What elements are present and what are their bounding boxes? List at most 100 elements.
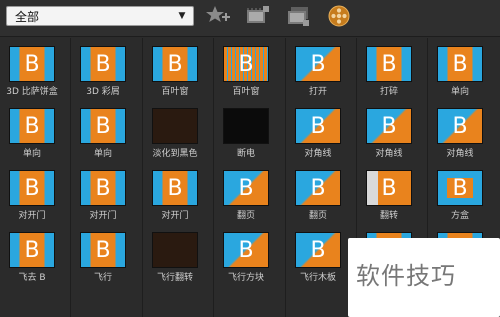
transition-thumbnail: [223, 108, 269, 144]
transition-thumbnail: B: [9, 232, 55, 268]
favorite-add-icon[interactable]: [205, 4, 231, 28]
thumbnail-glyph: B: [452, 114, 468, 139]
transition-item[interactable]: B 打开: [286, 38, 356, 100]
transition-label: 飞去 B: [18, 273, 46, 283]
transition-thumbnail: B: [366, 46, 412, 82]
transition-item[interactable]: B 飞行: [71, 224, 141, 286]
transition-label: 打碎: [379, 87, 398, 97]
transition-thumbnail: B: [9, 170, 55, 206]
transition-item[interactable]: B 对开门: [71, 162, 141, 224]
transition-label: 方盒: [450, 211, 469, 221]
transition-label: 对开门: [89, 211, 117, 221]
transition-item[interactable]: B 对角线: [286, 100, 356, 162]
transition-item[interactable]: B 方盒: [428, 162, 498, 224]
transition-item[interactable]: B 飞去 B: [0, 224, 70, 286]
transition-item[interactable]: B 3D 彩屑: [71, 38, 141, 100]
transition-label: 飞行翻转: [156, 273, 193, 283]
transition-item[interactable]: B 单向: [71, 100, 141, 162]
toolbar: 全部 ▼: [0, 0, 500, 37]
thumbnail-glyph: B: [95, 52, 111, 77]
transition-thumbnail: B: [366, 170, 412, 206]
transition-label: 断电: [236, 149, 255, 159]
transition-thumbnail: B: [80, 232, 126, 268]
transition-label: 百叶窗: [232, 87, 260, 97]
transition-item[interactable]: B 翻页: [214, 162, 284, 224]
transition-label: 对角线: [446, 149, 474, 159]
grid-separator: [213, 38, 214, 317]
transition-item[interactable]: B 飞行方块: [214, 224, 284, 286]
transition-thumbnail: B: [152, 46, 198, 82]
transition-item[interactable]: B 3D 比萨饼盒: [0, 38, 70, 100]
transition-label: 翻页: [236, 211, 255, 221]
transition-thumbnail: B: [295, 46, 341, 82]
transition-thumbnail: B: [295, 170, 341, 206]
transition-thumbnail: B: [295, 232, 341, 268]
transition-thumbnail: B: [80, 170, 126, 206]
thumbnail-glyph: B: [167, 176, 183, 201]
transition-item[interactable]: B 翻页: [286, 162, 356, 224]
transition-thumbnail: B: [437, 108, 483, 144]
thumbnail-glyph: B: [167, 52, 183, 77]
thumbnail-glyph: B: [381, 114, 397, 139]
transition-label: 打开: [308, 87, 327, 97]
transition-item[interactable]: B 飞行木板: [286, 224, 356, 286]
transition-item[interactable]: B 单向: [428, 38, 498, 100]
chevron-down-icon: ▼: [178, 11, 186, 21]
transition-label: 3D 比萨饼盒: [6, 87, 58, 97]
transition-item[interactable]: B 对角线: [357, 100, 427, 162]
film-clip-icon[interactable]: [245, 4, 271, 28]
transition-item[interactable]: B 对开门: [0, 162, 70, 224]
transition-item[interactable]: 淡化到黑色: [143, 100, 213, 162]
transition-item[interactable]: B 单向: [0, 100, 70, 162]
transition-item[interactable]: B 对开门: [143, 162, 213, 224]
transition-item[interactable]: B 打碎: [357, 38, 427, 100]
thumbnail-glyph: B: [381, 52, 397, 77]
transition-item[interactable]: B 百叶窗: [214, 38, 284, 100]
transition-thumbnail: B: [366, 108, 412, 144]
transition-thumbnail: B: [223, 46, 269, 82]
thumbnail-glyph: B: [452, 176, 468, 201]
transition-thumbnail: B: [9, 46, 55, 82]
film-reel-icon[interactable]: [326, 4, 352, 28]
transition-thumbnail: [152, 108, 198, 144]
transition-thumbnail: B: [9, 108, 55, 144]
transition-label: 对开门: [18, 211, 46, 221]
film-clip-stack-icon[interactable]: [285, 4, 311, 28]
transition-item[interactable]: 飞行翻转: [143, 224, 213, 286]
transition-thumbnail: B: [80, 108, 126, 144]
grid-separator: [70, 38, 71, 317]
thumbnail-glyph: B: [238, 176, 254, 201]
transition-label: 3D 彩屑: [86, 87, 120, 97]
thumbnail-glyph: B: [24, 176, 40, 201]
transition-label: 飞行: [93, 273, 112, 283]
thumbnail-glyph: B: [24, 52, 40, 77]
transition-label: 翻页: [308, 211, 327, 221]
thumbnail-glyph: B: [95, 238, 111, 263]
transition-item[interactable]: B 对角线: [428, 100, 498, 162]
transition-label: 单向: [22, 149, 41, 159]
thumbnail-glyph: B: [310, 238, 326, 263]
thumbnail-glyph: B: [452, 52, 468, 77]
thumbnail-glyph: B: [95, 114, 111, 139]
thumbnail-glyph: B: [238, 52, 254, 77]
thumbnail-glyph: B: [238, 238, 254, 263]
transition-thumbnail: B: [437, 170, 483, 206]
transition-label: 百叶窗: [161, 87, 189, 97]
transition-item[interactable]: B 翻转: [357, 162, 427, 224]
thumbnail-glyph: B: [24, 238, 40, 263]
transition-label: 淡化到黑色: [152, 149, 198, 159]
transition-label: 单向: [93, 149, 112, 159]
category-select-value: 全部: [15, 10, 40, 24]
transition-item[interactable]: B 百叶窗: [143, 38, 213, 100]
transition-item[interactable]: 断电: [214, 100, 284, 162]
category-select[interactable]: 全部 ▼: [6, 6, 194, 26]
grid-separator: [285, 38, 286, 317]
transition-label: 翻转: [379, 211, 398, 221]
transition-label: 单向: [450, 87, 469, 97]
thumbnail-glyph: B: [310, 176, 326, 201]
thumbnail-glyph: B: [381, 176, 397, 201]
thumbnail-glyph: B: [310, 52, 326, 77]
transition-label: 对角线: [375, 149, 403, 159]
thumbnail-glyph: B: [310, 114, 326, 139]
watermark-text: 软件技巧: [356, 262, 456, 290]
